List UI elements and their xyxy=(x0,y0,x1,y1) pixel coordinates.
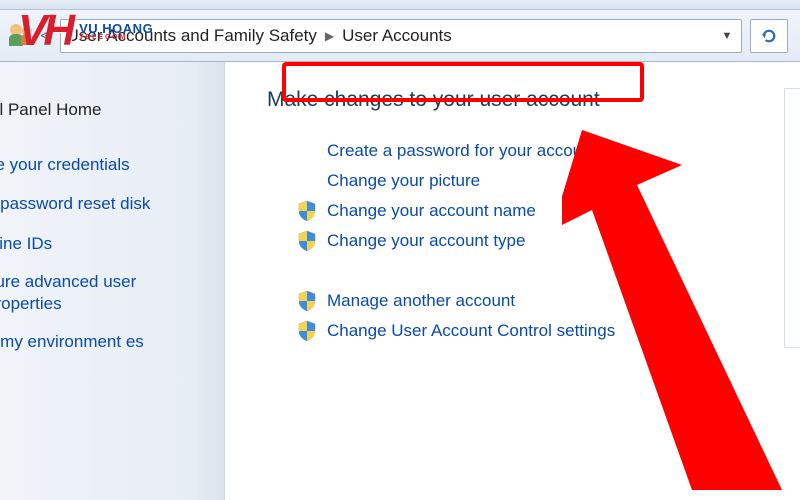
window-title-bar xyxy=(0,0,800,10)
sidebar-link-advanced-user[interactable]: gure advanced user properties xyxy=(0,263,224,323)
uac-shield-icon xyxy=(297,290,317,312)
refresh-icon xyxy=(760,27,778,45)
sidebar-link-credentials[interactable]: ge your credentials xyxy=(0,145,224,184)
content-area: ol Panel Home ge your credentials a pass… xyxy=(0,62,800,500)
task-label: Create a password for your account xyxy=(327,141,596,161)
user-accounts-icon[interactable] xyxy=(8,22,36,50)
task-create-password[interactable]: Create a password for your account xyxy=(297,136,790,166)
breadcrumb-segment-current[interactable]: User Accounts xyxy=(342,26,452,46)
breadcrumb[interactable]: User Accounts and Family Safety ▶ User A… xyxy=(60,19,742,53)
task-list: Create a password for your account Chang… xyxy=(297,136,790,346)
task-change-account-name[interactable]: Change your account name xyxy=(297,196,790,226)
task-manage-another-account[interactable]: Manage another account xyxy=(297,286,790,316)
refresh-button[interactable] xyxy=(750,19,788,53)
account-tile-edge xyxy=(784,88,800,348)
task-label: Change User Account Control settings xyxy=(327,321,615,341)
task-label: Change your account name xyxy=(327,201,536,221)
task-change-uac-settings[interactable]: Change User Account Control settings xyxy=(297,316,790,346)
task-change-account-type[interactable]: Change your account type xyxy=(297,226,790,256)
task-label: Change your account type xyxy=(327,231,525,251)
sidebar: ol Panel Home ge your credentials a pass… xyxy=(0,62,225,500)
main-panel: Make changes to your user account Create… xyxy=(225,62,800,500)
uac-shield-icon xyxy=(297,230,317,252)
breadcrumb-dropdown-icon[interactable]: ▼ xyxy=(719,28,735,44)
uac-shield-icon xyxy=(297,200,317,222)
task-icon-placeholder xyxy=(297,170,317,192)
sidebar-link-environment[interactable]: e my environment es xyxy=(0,323,224,361)
task-label: Change your picture xyxy=(327,171,480,191)
sidebar-link-reset-disk[interactable]: a password reset disk xyxy=(0,184,224,223)
nav-icon-group: ≪ xyxy=(8,22,52,50)
task-label: Manage another account xyxy=(327,291,515,311)
uac-shield-icon xyxy=(297,320,317,342)
control-panel-home-link[interactable]: ol Panel Home xyxy=(0,92,224,145)
sidebar-link-online-ids[interactable]: nline IDs xyxy=(0,224,224,263)
breadcrumb-separator-icon[interactable]: ▶ xyxy=(325,29,334,43)
address-bar: ≪ User Accounts and Family Safety ▶ User… xyxy=(0,10,800,62)
breadcrumb-segment-parent[interactable]: User Accounts and Family Safety xyxy=(67,26,317,46)
page-heading: Make changes to your user account xyxy=(267,88,790,112)
task-change-picture[interactable]: Change your picture xyxy=(297,166,790,196)
task-icon-placeholder xyxy=(297,140,317,162)
history-chevron-icon[interactable]: ≪ xyxy=(40,29,52,42)
